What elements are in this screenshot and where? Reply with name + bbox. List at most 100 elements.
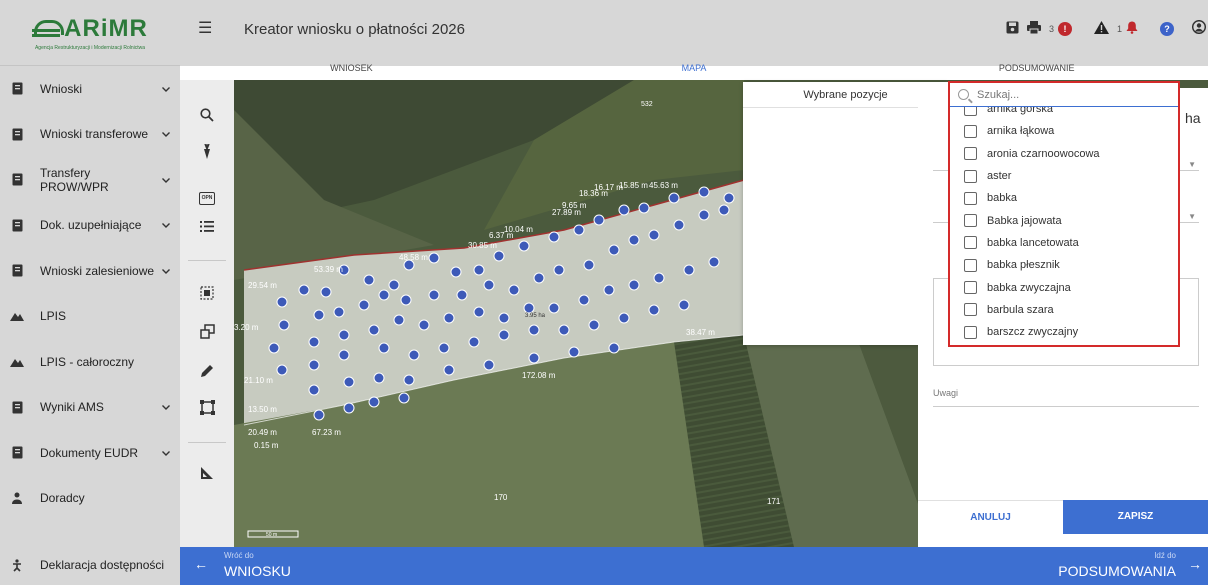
map-marker[interactable] bbox=[428, 252, 440, 264]
osm-layer-icon[interactable]: OPN bbox=[180, 186, 234, 205]
sidebar-item-0[interactable]: Wnioski bbox=[0, 66, 180, 112]
map-marker[interactable] bbox=[683, 264, 695, 276]
map-marker[interactable] bbox=[603, 284, 615, 296]
checkbox[interactable] bbox=[964, 214, 977, 228]
sidebar-item-6[interactable]: LPIS - całoroczny bbox=[0, 339, 180, 385]
map-marker[interactable] bbox=[533, 272, 545, 284]
checkbox[interactable] bbox=[964, 147, 977, 161]
checkbox[interactable] bbox=[964, 191, 977, 205]
chevron-down-icon[interactable] bbox=[162, 84, 170, 94]
map-marker[interactable] bbox=[378, 342, 390, 354]
map-marker[interactable] bbox=[608, 342, 620, 354]
checkbox[interactable] bbox=[964, 281, 977, 295]
map-marker[interactable] bbox=[628, 234, 640, 246]
map-marker[interactable] bbox=[638, 202, 650, 214]
map-marker[interactable] bbox=[528, 324, 540, 336]
save-icon[interactable] bbox=[1006, 21, 1019, 37]
split-icon[interactable] bbox=[180, 324, 234, 343]
map-marker[interactable] bbox=[698, 186, 710, 198]
map-marker[interactable] bbox=[668, 192, 680, 204]
option-item[interactable]: barbula szara bbox=[950, 299, 1178, 321]
sidebar-item-4[interactable]: Wnioski zalesieniowe bbox=[0, 248, 180, 294]
map-marker[interactable] bbox=[276, 364, 288, 376]
sidebar-item-7[interactable]: Wyniki AMS bbox=[0, 385, 180, 431]
chevron-down-icon[interactable] bbox=[162, 175, 170, 185]
back-button[interactable]: WNIOSKU bbox=[224, 563, 291, 579]
next-button[interactable]: PODSUMOWANIA bbox=[1058, 563, 1176, 579]
sidebar-item-2[interactable]: Transfery PROW/WPR bbox=[0, 157, 180, 203]
map-marker[interactable] bbox=[628, 279, 640, 291]
frame-icon[interactable] bbox=[180, 400, 234, 419]
map-marker[interactable] bbox=[408, 349, 420, 361]
map-marker[interactable] bbox=[268, 342, 280, 354]
pencil-icon[interactable] bbox=[180, 364, 234, 382]
map-marker[interactable] bbox=[358, 299, 370, 311]
map-marker[interactable] bbox=[443, 364, 455, 376]
checkbox[interactable] bbox=[964, 169, 977, 183]
map-marker[interactable] bbox=[308, 359, 320, 371]
map-marker[interactable] bbox=[363, 274, 375, 286]
map-marker[interactable] bbox=[278, 319, 290, 331]
option-item[interactable]: Babka jajowata bbox=[950, 209, 1178, 231]
map-marker[interactable] bbox=[528, 352, 540, 364]
checkbox[interactable] bbox=[964, 258, 977, 272]
map-marker[interactable] bbox=[368, 396, 380, 408]
map-marker[interactable] bbox=[678, 299, 690, 311]
map-marker[interactable] bbox=[698, 209, 710, 221]
map-marker[interactable] bbox=[608, 244, 620, 256]
map-marker[interactable] bbox=[723, 192, 735, 204]
map-marker[interactable] bbox=[400, 294, 412, 306]
map-marker[interactable] bbox=[450, 266, 462, 278]
map-marker[interactable] bbox=[418, 319, 430, 331]
map-marker[interactable] bbox=[393, 314, 405, 326]
map-marker[interactable] bbox=[443, 312, 455, 324]
map-marker[interactable] bbox=[553, 264, 565, 276]
menu-icon[interactable]: ☰ bbox=[198, 18, 212, 38]
measure-icon[interactable] bbox=[180, 466, 234, 484]
map-marker[interactable] bbox=[308, 384, 320, 396]
map-marker[interactable] bbox=[573, 224, 585, 236]
map-marker[interactable] bbox=[708, 256, 720, 268]
chevron-down-icon[interactable] bbox=[162, 266, 170, 276]
sidebar-item-9[interactable]: Doradcy bbox=[0, 476, 180, 522]
logo[interactable]: ARiMR Agencja Restrukturyzacji i Moderni… bbox=[0, 0, 180, 66]
map-marker[interactable] bbox=[276, 296, 288, 308]
map-marker[interactable] bbox=[298, 284, 310, 296]
cancel-button[interactable]: ANULUJ bbox=[918, 500, 1063, 534]
map-marker[interactable] bbox=[588, 319, 600, 331]
map-marker[interactable] bbox=[648, 304, 660, 316]
map-marker[interactable] bbox=[483, 359, 495, 371]
checkbox[interactable] bbox=[964, 325, 977, 339]
chevron-down-icon[interactable] bbox=[162, 448, 170, 458]
arrow-right-icon[interactable]: → bbox=[1188, 556, 1202, 572]
tab-mapa[interactable]: MAPA bbox=[523, 56, 866, 80]
map-marker[interactable] bbox=[473, 306, 485, 318]
sidebar-item-1[interactable]: Wnioski transferowe bbox=[0, 112, 180, 158]
map-marker[interactable] bbox=[343, 402, 355, 414]
sidebar-item-accessibility[interactable]: Deklaracja dostępności bbox=[0, 545, 180, 585]
print-icon[interactable] bbox=[1026, 20, 1041, 37]
map-marker[interactable] bbox=[308, 336, 320, 348]
sidebar-item-8[interactable]: Dokumenty EUDR bbox=[0, 430, 180, 476]
map-marker[interactable] bbox=[456, 289, 468, 301]
map-marker[interactable] bbox=[523, 302, 535, 314]
tab-podsumowanie[interactable]: PODSUMOWANIE bbox=[865, 56, 1208, 80]
map-marker[interactable] bbox=[618, 204, 630, 216]
caret-down-icon[interactable]: ▼ bbox=[1188, 160, 1196, 169]
uwagi-input[interactable] bbox=[933, 406, 1199, 407]
error-icon[interactable]: ! bbox=[1057, 21, 1072, 36]
arrow-left-icon[interactable]: ← bbox=[194, 556, 208, 572]
map-marker[interactable] bbox=[473, 264, 485, 276]
map-marker[interactable] bbox=[438, 342, 450, 354]
option-item[interactable]: babka lancetowata bbox=[950, 232, 1178, 254]
search-icon[interactable] bbox=[180, 108, 234, 126]
chevron-down-icon[interactable] bbox=[162, 402, 170, 412]
warning-icon[interactable] bbox=[1093, 20, 1109, 37]
search-input[interactable] bbox=[977, 88, 1157, 101]
map-marker[interactable] bbox=[498, 329, 510, 341]
map-marker[interactable] bbox=[493, 250, 505, 262]
caret-down-icon[interactable]: ▼ bbox=[1188, 212, 1196, 221]
chevron-down-icon[interactable] bbox=[162, 129, 170, 139]
map-marker[interactable] bbox=[468, 336, 480, 348]
sidebar-item-3[interactable]: Dok. uzupełniające bbox=[0, 203, 180, 249]
